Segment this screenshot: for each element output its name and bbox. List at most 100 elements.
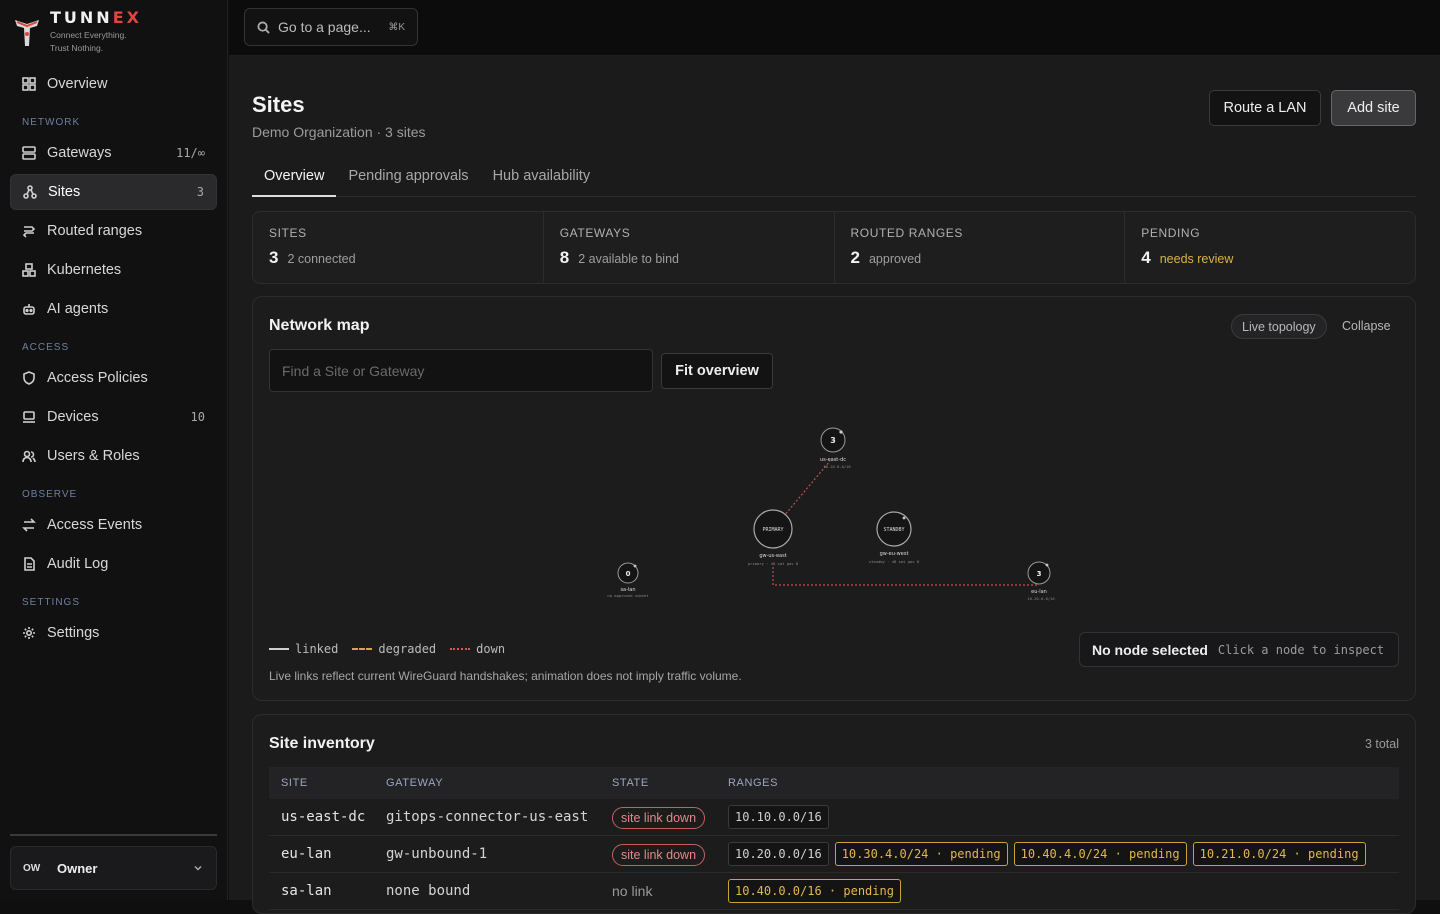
- svg-text:gw-us-east: gw-us-east: [759, 553, 786, 559]
- sidebar-item-settings[interactable]: Settings: [10, 615, 217, 651]
- tab-hub-availability[interactable]: Hub availability: [481, 160, 603, 197]
- stat-gateways: GATEWAYS 8 2 available to bind: [544, 212, 835, 283]
- topbar: Go to a page... ⌘K: [229, 0, 1440, 56]
- state-text: no link: [612, 883, 653, 899]
- sidebar-item-devices[interactable]: Devices 10: [10, 399, 217, 435]
- sidebar-item-users-roles[interactable]: Users & Roles: [10, 438, 217, 474]
- main-content: Sites Demo Organization · 3 sites Route …: [229, 56, 1440, 914]
- page-title: Sites: [252, 92, 305, 117]
- sidebar-item-label: Kubernetes: [47, 262, 122, 278]
- tab-pending-approvals[interactable]: Pending approvals: [336, 160, 480, 197]
- stat-routed-ranges: ROUTED RANGES 2 approved: [835, 212, 1126, 283]
- node-eu-lan[interactable]: 3 eu-lan 10.20.0.0/16: [1027, 561, 1055, 601]
- brand[interactable]: TUNNEX Connect Everything. Trust Nothing…: [12, 8, 142, 55]
- stat-note: approved: [868, 252, 922, 266]
- stat-pending: PENDING 4 needs review: [1125, 212, 1415, 283]
- node-sa-lan[interactable]: 0 sa-lan no approved subnet: [607, 562, 649, 598]
- node-us-east-dc[interactable]: 3 us-east-dc 10.10.0.0/16: [820, 427, 851, 469]
- node-gw-eu-west[interactable]: STANDBY gw-eu-west standby · 48 sat gov …: [869, 511, 920, 564]
- pending-range-tag[interactable]: 10.30.4.0/24 · pending: [834, 842, 1008, 866]
- site-name[interactable]: sa-lan: [269, 883, 386, 899]
- pending-range-tag[interactable]: 10.40.0.0/16 · pending: [728, 879, 901, 903]
- live-topology-chip[interactable]: Live topology: [1231, 314, 1327, 339]
- network-nodes-icon: [23, 185, 37, 199]
- col-site[interactable]: SITE: [269, 777, 386, 789]
- stat-value: 8: [559, 248, 570, 267]
- svg-text:3: 3: [830, 436, 836, 445]
- sidebar-item-kubernetes[interactable]: Kubernetes: [10, 252, 217, 288]
- go-to-page-search[interactable]: Go to a page... ⌘K: [244, 8, 418, 46]
- stat-note: 2 connected: [287, 252, 356, 266]
- svg-text:10.20.0.0/16: 10.20.0.0/16: [1027, 596, 1055, 601]
- sidebar-item-overview[interactable]: Overview: [10, 66, 217, 102]
- owner-section: OW Owner: [10, 834, 217, 890]
- svg-text:PRIMARY: PRIMARY: [762, 527, 783, 533]
- fit-overview-button[interactable]: Fit overview: [661, 353, 773, 389]
- brand-tagline-1: Connect Everything.: [50, 30, 127, 40]
- sidebar-item-gateways[interactable]: Gateways 11/∞: [10, 135, 217, 171]
- stat-label: PENDING: [1141, 226, 1201, 240]
- grid-icon: [22, 77, 36, 91]
- sidebar-item-audit-log[interactable]: Audit Log: [10, 546, 217, 582]
- sites-count: 3: [196, 185, 204, 199]
- network-map-title: Network map: [269, 317, 370, 334]
- sidebar-item-label: Routed ranges: [47, 223, 143, 239]
- col-state[interactable]: STATE: [612, 777, 728, 789]
- tab-overview[interactable]: Overview: [252, 160, 337, 197]
- brand-name: TUNNEX: [50, 8, 142, 27]
- site-inventory-title: Site inventory: [269, 735, 375, 752]
- stat-note[interactable]: needs review: [1160, 252, 1234, 266]
- gateway-name: none bound: [386, 883, 471, 899]
- devices-count: 10: [190, 410, 205, 424]
- svg-text:0: 0: [626, 570, 631, 578]
- svg-text:eu-lan: eu-lan: [1031, 589, 1047, 595]
- pending-range-tag[interactable]: 10.21.0.0/24 · pending: [1192, 842, 1366, 866]
- pending-range-tag[interactable]: 10.40.4.0/24 · pending: [1013, 842, 1187, 866]
- cubes-icon: [22, 263, 36, 277]
- gateways-count: 11/∞: [176, 146, 205, 160]
- site-name[interactable]: us-east-dc: [269, 809, 386, 825]
- route-icon: [22, 224, 36, 238]
- nav-section-settings: SETTINGS: [22, 597, 81, 608]
- collapse-button[interactable]: Collapse: [1342, 319, 1391, 333]
- inventory-total: 3 total: [1364, 737, 1399, 751]
- find-site-input[interactable]: [269, 349, 653, 392]
- owner-menu[interactable]: OW Owner: [10, 846, 217, 890]
- stats-bar: SITES 3 2 connected GATEWAYS 8 2 available…: [252, 211, 1416, 284]
- sidebar-item-routed-ranges[interactable]: Routed ranges: [10, 213, 217, 249]
- owner-name: Owner: [57, 860, 98, 876]
- node-inspector: No node selected Click a node to inspect: [1079, 632, 1399, 667]
- laptop-icon: [22, 410, 36, 424]
- site-inventory-table: SITE GATEWAY STATE RANGES us-east-dc git…: [269, 767, 1399, 910]
- site-inventory-card: Site inventory 3 total SITE GATEWAY STAT…: [252, 714, 1416, 914]
- sidebar-item-access-policies[interactable]: Access Policies: [10, 360, 217, 396]
- sidebar-item-label: Devices: [47, 409, 99, 425]
- stat-value: 3: [269, 248, 279, 267]
- sidebar-item-label: Access Events: [47, 517, 143, 533]
- robot-icon: [22, 302, 36, 316]
- node-gw-us-east[interactable]: PRIMARY gw-us-east primary · 48 sat gov …: [748, 509, 799, 566]
- col-gateway[interactable]: GATEWAY: [386, 777, 612, 789]
- table-row[interactable]: sa-lan none bound no link 10.40.0.0/16 ·…: [269, 873, 1399, 910]
- sidebar-item-label: Users & Roles: [47, 448, 140, 464]
- gateway-name[interactable]: gw-unbound-1: [386, 846, 612, 862]
- status-badge: site link down: [612, 844, 706, 866]
- sidebar-item-access-events[interactable]: Access Events: [10, 507, 217, 543]
- tabs: Overview Pending approvals Hub availabil…: [252, 160, 1416, 197]
- route-a-lan-button[interactable]: Route a LAN: [1209, 90, 1321, 126]
- add-site-button[interactable]: Add site: [1331, 90, 1416, 126]
- table-row[interactable]: eu-lan gw-unbound-1 site link down 10.20…: [269, 836, 1399, 873]
- map-note: Live links reflect current WireGuard han…: [269, 669, 742, 683]
- col-ranges[interactable]: RANGES: [728, 777, 1399, 789]
- sidebar-item-sites[interactable]: Sites 3: [10, 174, 217, 210]
- stat-label: ROUTED RANGES: [850, 226, 963, 240]
- sidebar-item-ai-agents[interactable]: AI agents: [10, 291, 217, 327]
- topology-graph[interactable]: 3 us-east-dc 10.10.0.0/16 PRIMARY gw-us-…: [553, 417, 1073, 617]
- document-icon: [22, 557, 36, 571]
- gateway-name[interactable]: gitops-connector-us-east: [386, 809, 612, 825]
- site-name[interactable]: eu-lan: [269, 846, 386, 862]
- sidebar-item-label: Gateways: [47, 145, 112, 161]
- range-tag[interactable]: 10.10.0.0/16: [728, 805, 829, 829]
- table-row[interactable]: us-east-dc gitops-connector-us-east site…: [269, 799, 1399, 836]
- range-tag[interactable]: 10.20.0.0/16: [728, 842, 829, 866]
